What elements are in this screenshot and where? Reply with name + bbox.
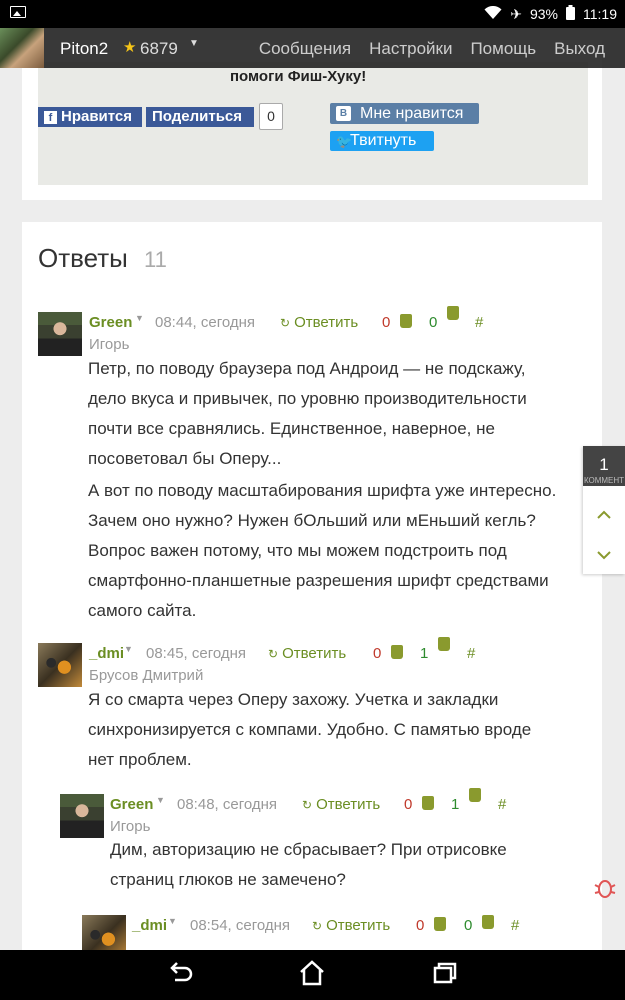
comment-text: Дим, авторизацию не сбрасывает? При отри… <box>110 840 507 889</box>
permalink[interactable]: # <box>498 796 506 813</box>
reply-button[interactable]: Ответить <box>280 314 358 331</box>
thumbs-down-icon[interactable] <box>434 917 446 931</box>
comment-author[interactable]: _dmi <box>132 917 167 934</box>
vk-like-button[interactable]: В Мне нравится <box>330 103 479 124</box>
thumbs-up-icon[interactable] <box>438 637 450 651</box>
comment-author[interactable]: Green <box>110 796 153 813</box>
comment-text: Петр, по поводу браузера под Андроид — н… <box>88 359 527 468</box>
comment-time[interactable]: 08:45, сегодня <box>146 645 246 662</box>
avatar[interactable] <box>82 915 126 950</box>
thumbs-down-icon[interactable] <box>400 314 412 328</box>
bug-report-icon[interactable] <box>592 875 618 907</box>
reply-button[interactable]: Ответить <box>302 796 380 813</box>
chevron-down-icon[interactable]: ▼ <box>135 313 144 323</box>
wifi-icon <box>484 5 502 23</box>
upvote-count: 1 <box>420 645 429 662</box>
top-navigation: Piton2 ★ 6879 ▼ Сообщения Настройки Помо… <box>0 28 625 68</box>
facebook-share-button[interactable]: Поделиться <box>146 107 254 127</box>
thumbs-up-icon[interactable] <box>447 306 459 320</box>
comment-author[interactable]: Green <box>89 314 132 331</box>
article-title-tail: помоги Фиш-Хуку! <box>230 68 367 85</box>
comment: Green ▼ 08:44, сегодня Ответить 0 0 # Иг… <box>38 306 578 622</box>
nav-item-settings[interactable]: Настройки <box>369 39 452 59</box>
comment-full-name: Брусов Дмитрий <box>89 667 204 684</box>
permalink[interactable]: # <box>511 917 519 934</box>
home-icon[interactable] <box>292 958 332 992</box>
comment: _dmi ▼ 08:45, сегодня Ответить 0 1 # Бру… <box>38 637 578 773</box>
system-navigation-bar <box>0 950 625 1000</box>
comment-full-name: Игорь <box>89 336 130 353</box>
answers-count: 11 <box>144 247 167 272</box>
thumbs-up-icon[interactable] <box>469 788 481 802</box>
chevron-up-icon[interactable] <box>583 494 625 534</box>
avatar[interactable] <box>38 643 82 687</box>
comment-time[interactable]: 08:48, сегодня <box>177 796 277 813</box>
reply-button[interactable]: Ответить <box>268 645 346 662</box>
permalink[interactable]: # <box>467 645 475 662</box>
downvote-count: 0 <box>404 796 413 813</box>
chevron-down-icon[interactable] <box>583 536 625 576</box>
comment-navigator: 1 КОММЕНТ <box>583 446 625 574</box>
vk-icon: В <box>336 106 351 121</box>
username[interactable]: Piton2 <box>60 39 108 59</box>
recent-apps-icon[interactable] <box>425 958 465 992</box>
facebook-icon: f <box>44 111 57 124</box>
downvote-count: 0 <box>382 314 391 331</box>
upvote-count: 1 <box>451 796 460 813</box>
battery-percent: 93% <box>529 6 558 22</box>
comment: Green ▼ 08:48, сегодня Ответить 0 1 # Иг… <box>60 788 580 904</box>
comment-full-name: Игорь <box>110 818 151 835</box>
facebook-like-button[interactable]: f Нравится <box>38 107 142 127</box>
status-indicators: ✈ 93% 11:19 <box>484 5 617 23</box>
status-bar: ✈ 93% 11:19 <box>0 0 625 28</box>
comment-text: А вот по поводу масштабирования шрифта у… <box>88 481 557 620</box>
tweet-button[interactable]: 🐦 Твитнуть <box>330 131 434 151</box>
gallery-icon <box>10 6 26 18</box>
upvote-count: 0 <box>429 314 438 331</box>
chevron-down-icon[interactable]: ▼ <box>189 38 199 49</box>
reply-button[interactable]: Ответить <box>312 917 390 934</box>
chevron-down-icon[interactable]: ▼ <box>168 916 177 926</box>
permalink[interactable]: # <box>475 314 483 331</box>
answers-heading: Ответы <box>38 243 128 273</box>
chevron-down-icon[interactable]: ▼ <box>156 795 165 805</box>
star-icon: ★ <box>123 39 137 56</box>
nav-item-help[interactable]: Помощь <box>470 39 536 59</box>
comment-time[interactable]: 08:44, сегодня <box>155 314 255 331</box>
new-comments-counter[interactable]: 1 КОММЕНТ <box>583 446 625 486</box>
comment-text: Я со смарта через Оперу захожу. Учетка и… <box>88 690 532 769</box>
downvote-count: 0 <box>416 917 425 934</box>
back-icon[interactable] <box>160 958 200 992</box>
nav-item-messages[interactable]: Сообщения <box>259 39 351 59</box>
avatar[interactable] <box>60 794 104 838</box>
airplane-icon: ✈ <box>510 5 522 22</box>
comment: _dmi ▼ 08:54, сегодня Ответить 0 0 # <box>82 915 582 950</box>
share-count-badge: 0 <box>259 103 283 130</box>
battery-icon <box>566 5 575 23</box>
counter-caption: КОММЕНТ <box>583 476 625 484</box>
twitter-icon: 🐦 <box>336 134 353 149</box>
thumbs-up-icon[interactable] <box>482 915 494 929</box>
thumbs-down-icon[interactable] <box>422 796 434 810</box>
nav-menu: Сообщения Настройки Помощь Выход <box>259 39 605 59</box>
downvote-count: 0 <box>373 645 382 662</box>
avatar[interactable] <box>38 312 82 356</box>
comment-author[interactable]: _dmi <box>89 645 124 662</box>
clock: 11:19 <box>583 6 617 22</box>
thumbs-down-icon[interactable] <box>391 645 403 659</box>
upvote-count: 0 <box>464 917 473 934</box>
chevron-down-icon[interactable]: ▼ <box>124 644 133 654</box>
user-avatar[interactable] <box>0 28 44 68</box>
nav-item-logout[interactable]: Выход <box>554 39 605 59</box>
user-score: 6879 <box>140 39 178 58</box>
comment-time[interactable]: 08:54, сегодня <box>190 917 290 934</box>
